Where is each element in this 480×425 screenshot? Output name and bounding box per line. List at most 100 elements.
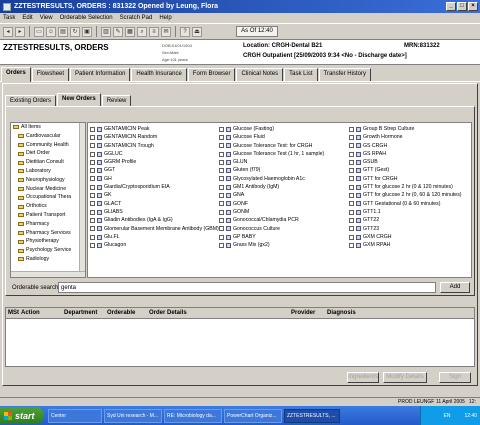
- orderable-item[interactable]: GTT22: [349, 216, 462, 224]
- orderable-item[interactable]: Glucose Fluid: [219, 133, 324, 141]
- sign-button[interactable]: Sign: [439, 372, 471, 383]
- orderable-checkbox[interactable]: [90, 143, 95, 149]
- orderable-item[interactable]: GK: [90, 191, 219, 199]
- column-header-provider[interactable]: Provider: [291, 310, 315, 316]
- orderable-item[interactable]: GLUN: [219, 158, 324, 166]
- orderable-checkbox[interactable]: [349, 126, 354, 132]
- orderable-checkbox[interactable]: [349, 151, 354, 157]
- exit-icon[interactable]: ⏏: [192, 26, 202, 37]
- orderable-checkbox[interactable]: [349, 201, 354, 207]
- note-icon[interactable]: ✎: [113, 26, 123, 37]
- orderable-checkbox[interactable]: [219, 134, 224, 140]
- orderable-checkbox[interactable]: [219, 209, 224, 215]
- orderable-checkbox[interactable]: [90, 126, 95, 132]
- orderable-item[interactable]: Giardia/Cryptosporidium EIA: [90, 183, 219, 191]
- folder-icon[interactable]: ▤: [58, 26, 68, 37]
- tab-health-insurance[interactable]: Health Insurance: [131, 68, 187, 81]
- orderable-checkbox[interactable]: [90, 234, 95, 240]
- orderable-checkbox[interactable]: [90, 217, 95, 223]
- orderable-checkbox[interactable]: [90, 242, 95, 248]
- taskbar-item-syd-uni[interactable]: Syd Uni research - M...: [104, 408, 162, 423]
- orderable-checkbox[interactable]: [90, 168, 95, 174]
- folder-item[interactable]: Neurophysiology: [11, 176, 85, 185]
- chart-icon[interactable]: ▥: [101, 26, 111, 37]
- orderable-item[interactable]: Gliadin Antibodies (IgA & IgG): [90, 216, 219, 224]
- orderable-checkbox[interactable]: [349, 209, 354, 215]
- search-icon[interactable]: ⌕: [137, 26, 147, 37]
- menu-task[interactable]: Task: [3, 15, 15, 21]
- orderable-checkbox[interactable]: [219, 126, 224, 132]
- menu-view[interactable]: View: [40, 15, 53, 21]
- lock-icon[interactable]: ▣: [82, 26, 92, 37]
- orderable-checkbox[interactable]: [219, 193, 224, 199]
- orderable-checkbox[interactable]: [219, 151, 224, 157]
- tab-transfer-history[interactable]: Transfer History: [318, 68, 371, 81]
- orderable-checkbox[interactable]: [219, 168, 224, 174]
- orderable-checkbox[interactable]: [219, 184, 224, 190]
- folder-horizontal-scrollbar[interactable]: [11, 271, 85, 277]
- orderable-item[interactable]: GTT23: [349, 225, 462, 233]
- tab-clinical-notes[interactable]: Clinical Notes: [236, 68, 284, 81]
- tab-flowsheet[interactable]: Flowsheet: [31, 68, 70, 81]
- folder-item[interactable]: Pharmacy: [11, 220, 85, 229]
- orderable-item[interactable]: GSUB: [349, 158, 462, 166]
- orderable-checkbox[interactable]: [90, 209, 95, 215]
- orderable-item[interactable]: GXM RPAH: [349, 241, 462, 249]
- orderable-checkbox[interactable]: [349, 168, 354, 174]
- orderable-item[interactable]: Gonococcus Culture: [219, 225, 324, 233]
- orderable-item[interactable]: Gluten (f79): [219, 166, 324, 174]
- orderable-checkbox[interactable]: [349, 159, 354, 165]
- orderable-item[interactable]: Gonococcal/Chlamydia PCR: [219, 216, 324, 224]
- orderable-checkbox[interactable]: [90, 226, 95, 232]
- back-icon[interactable]: ◂: [3, 26, 13, 37]
- folder-item[interactable]: Cardiovascular: [11, 132, 85, 141]
- column-header-order-details[interactable]: Order Details: [149, 310, 187, 316]
- orderable-item[interactable]: GH: [90, 175, 219, 183]
- orderable-checkbox[interactable]: [349, 143, 354, 149]
- orderable-checkbox[interactable]: [90, 201, 95, 207]
- orderable-checkbox[interactable]: [349, 134, 354, 140]
- orderable-item[interactable]: Glucagon: [90, 241, 219, 249]
- orderable-item[interactable]: GM1 Antibody (IgM): [219, 183, 324, 191]
- modify-details-button[interactable]: Modify Details: [383, 372, 427, 383]
- print-icon[interactable]: ▭: [34, 26, 44, 37]
- orderable-checkbox[interactable]: [219, 201, 224, 207]
- folder-item[interactable]: Nuclear Medicine: [11, 185, 85, 194]
- column-header-department[interactable]: Department: [64, 310, 97, 316]
- add-button[interactable]: Add: [440, 282, 470, 293]
- minimize-button[interactable]: _: [446, 2, 456, 11]
- help-icon[interactable]: ?: [180, 26, 190, 37]
- orderable-checkbox[interactable]: [219, 143, 224, 149]
- orderable-item[interactable]: Glucose Tolerance Test (1 hr, 1 sample): [219, 150, 324, 158]
- orderable-item[interactable]: GENTAMICIN Random: [90, 133, 219, 141]
- orderable-checkbox[interactable]: [90, 193, 95, 199]
- orderable-checkbox[interactable]: [349, 217, 354, 223]
- folder-item[interactable]: Orthotics: [11, 202, 85, 211]
- orderable-item[interactable]: Glomerular Basement Membrane Antibody (G…: [90, 225, 219, 233]
- orderable-item[interactable]: GTT for glucose 2 hr (0 & 120 minutes): [349, 183, 462, 191]
- ingredients-button[interactable]: Ingredients: [347, 372, 379, 383]
- language-indicator[interactable]: EN: [444, 413, 451, 419]
- menu-help[interactable]: Help: [159, 15, 171, 21]
- orderable-checkbox[interactable]: [349, 176, 354, 182]
- orderable-checkbox[interactable]: [349, 242, 354, 248]
- orderable-checkbox[interactable]: [349, 184, 354, 190]
- orderable-item[interactable]: Glucose (Fasting): [219, 125, 324, 133]
- orderable-item[interactable]: GLIABS: [90, 208, 219, 216]
- orderable-item[interactable]: GTT for glucose 2 hr (0, 60 & 120 minute…: [349, 191, 462, 199]
- calendar-icon[interactable]: ▦: [125, 26, 135, 37]
- folder-item[interactable]: Dietitian Consult: [11, 158, 85, 167]
- orderable-item[interactable]: Glycosylated Haemoglobin A1c: [219, 175, 324, 183]
- orderable-item[interactable]: GTT1.1: [349, 208, 462, 216]
- orderable-item[interactable]: Glu.FL: [90, 233, 219, 241]
- tab-form-browser[interactable]: Form Browser: [187, 68, 236, 81]
- orderable-item[interactable]: GENTAMICIN Trough: [90, 142, 219, 150]
- column-header-st[interactable]: St: [13, 310, 19, 316]
- folder-item[interactable]: Radiology: [11, 255, 85, 264]
- maximize-button[interactable]: □: [457, 2, 467, 11]
- orderable-item[interactable]: GGT: [90, 166, 219, 174]
- orderable-item[interactable]: GLACT: [90, 200, 219, 208]
- list-icon[interactable]: ≡: [149, 26, 159, 37]
- folder-item[interactable]: Community Health: [11, 141, 85, 150]
- tab-task-list[interactable]: Task List: [284, 68, 318, 81]
